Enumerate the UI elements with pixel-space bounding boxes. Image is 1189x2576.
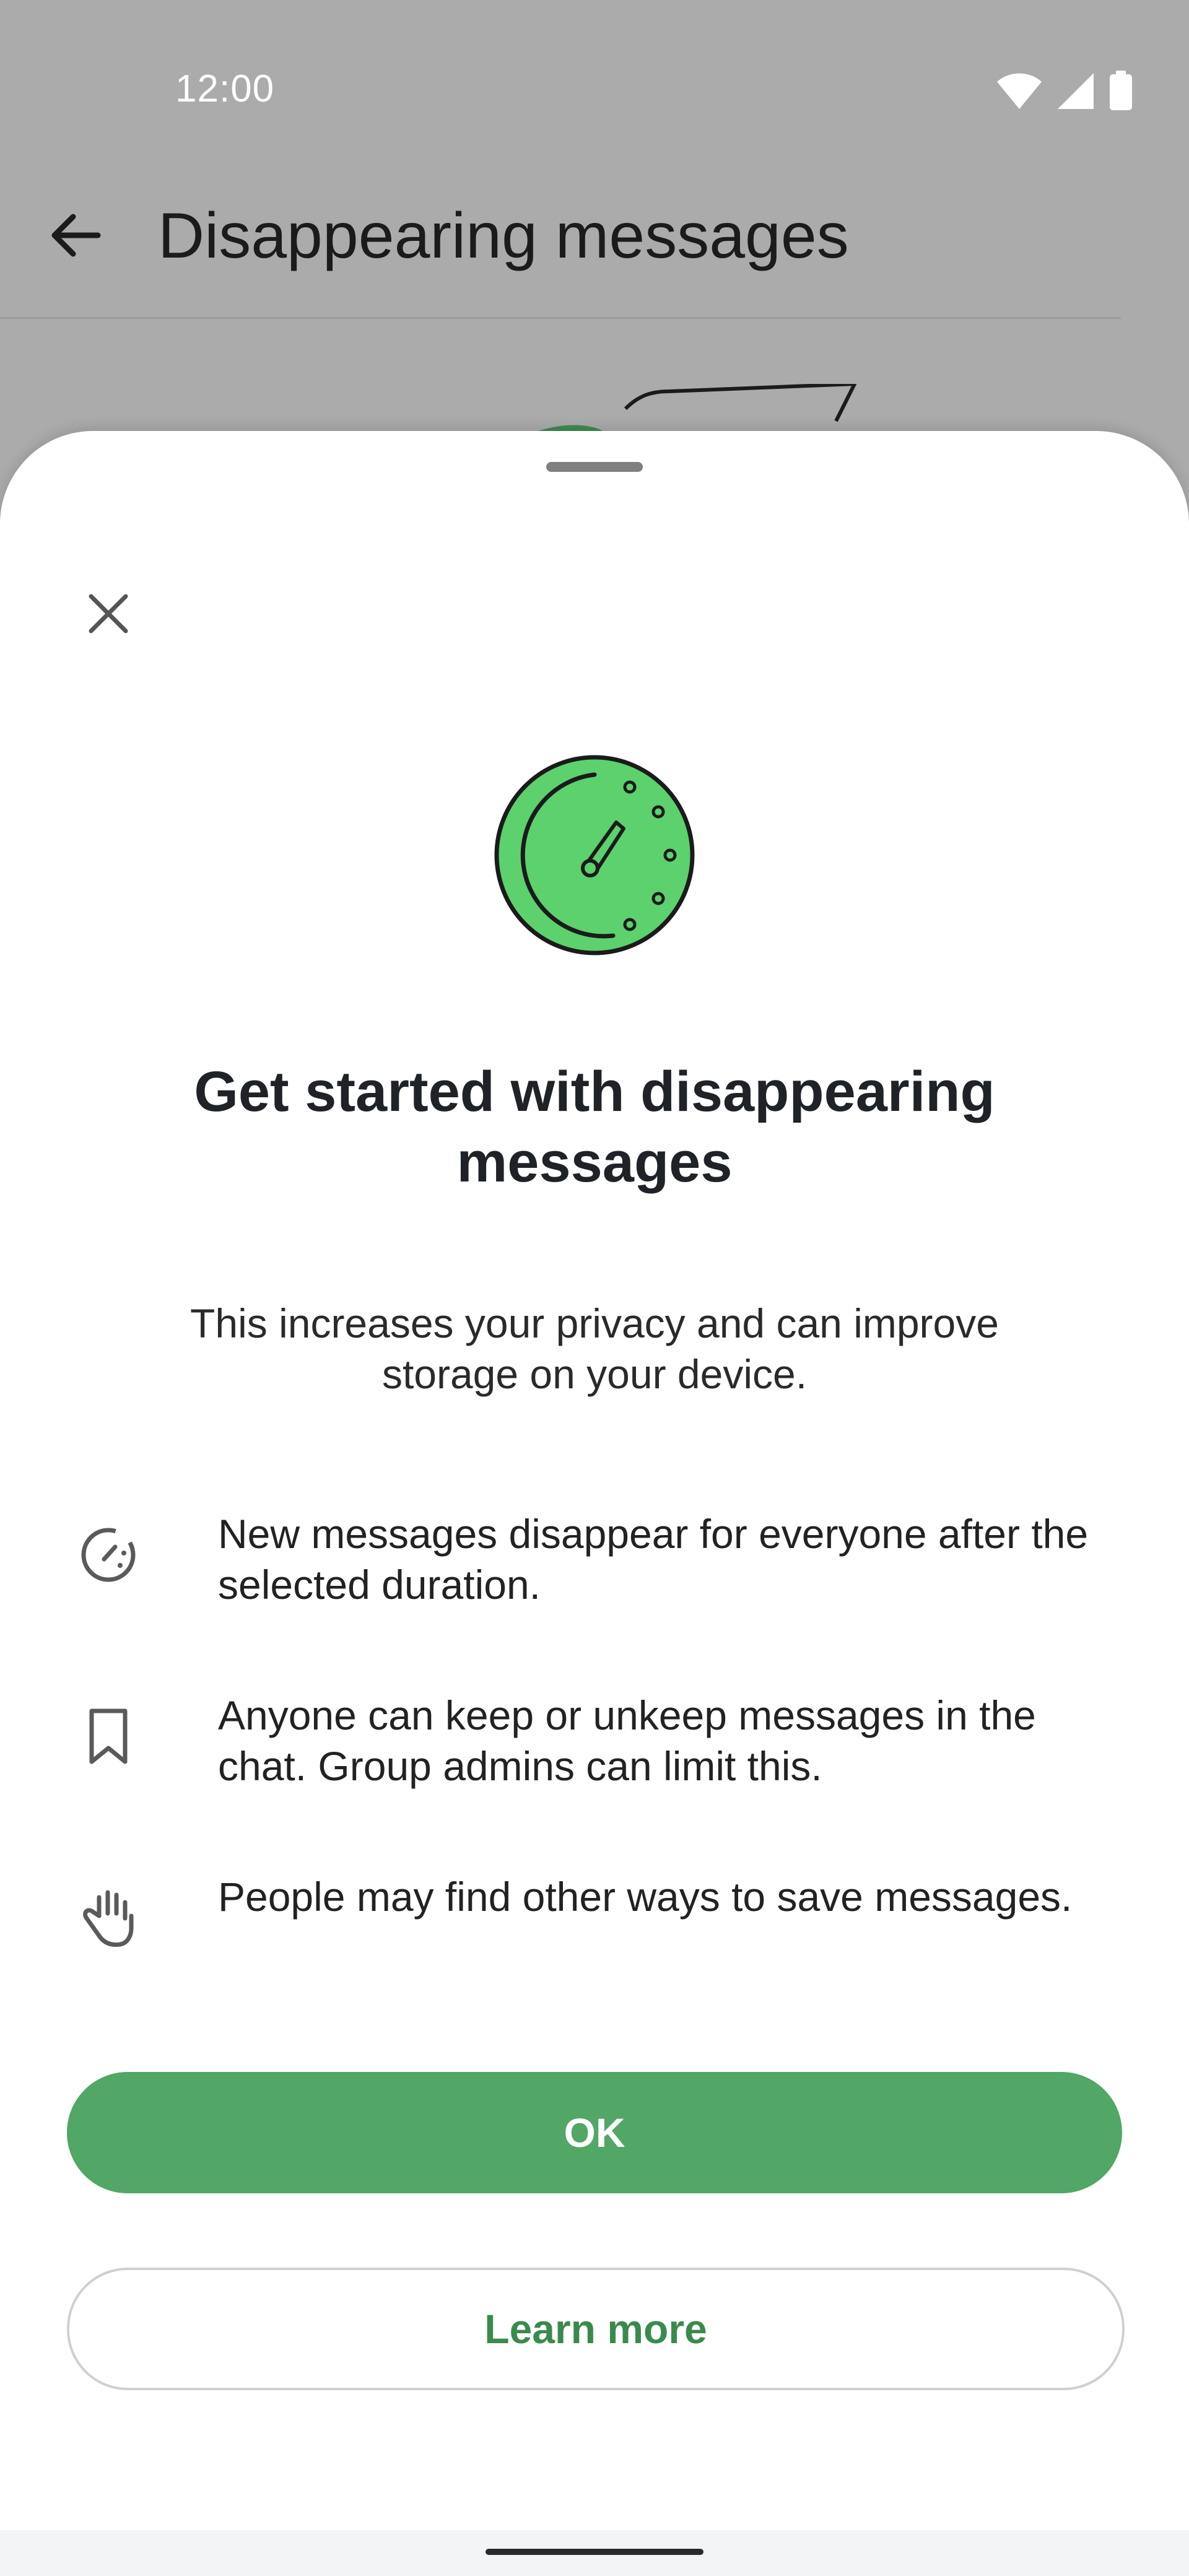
status-bar: 12:00 [0,0,1189,186]
close-button[interactable] [74,580,142,648]
feature-item: People may find other ways to save messa… [0,1871,1189,1995]
feature-text: New messages disappear for everyone afte… [218,1511,1089,1608]
feature-item: Anyone can keep or unkeep messages in th… [0,1690,1189,1814]
bottom-sheet: Get started with disappearing messages T… [0,431,1189,2576]
battery-icon [1110,71,1132,110]
status-icons [996,69,1133,113]
feature-text: Anyone can keep or unkeep messages in th… [218,1692,1036,1789]
page-title: Disappearing messages [158,200,849,272]
drag-handle[interactable] [546,462,643,472]
status-time: 12:00 [175,67,275,110]
feature-text: People may find other ways to save messa… [218,1874,1073,1920]
ok-button[interactable]: OK [67,2072,1122,2193]
navigation-bar [0,2530,1189,2576]
timer-icon [494,755,695,955]
feature-item: New messages disappear for everyone afte… [0,1508,1189,1632]
disappearing-timer-icon [81,1528,136,1582]
close-icon [89,594,128,633]
hand-icon [83,1890,134,1947]
arrow-back-icon[interactable] [45,204,107,266]
signal-icon [1058,73,1094,109]
sheet-subtitle: This increases your privacy and can impr… [190,1300,999,1397]
bookmark-icon [89,1708,128,1764]
home-gesture-handle[interactable] [486,2549,703,2555]
sheet-title: Get started with disappearing messages [194,1060,995,1194]
learn-more-button[interactable]: Learn more [67,2268,1125,2390]
wifi-icon [997,73,1042,109]
app-bar-divider [0,317,1121,319]
